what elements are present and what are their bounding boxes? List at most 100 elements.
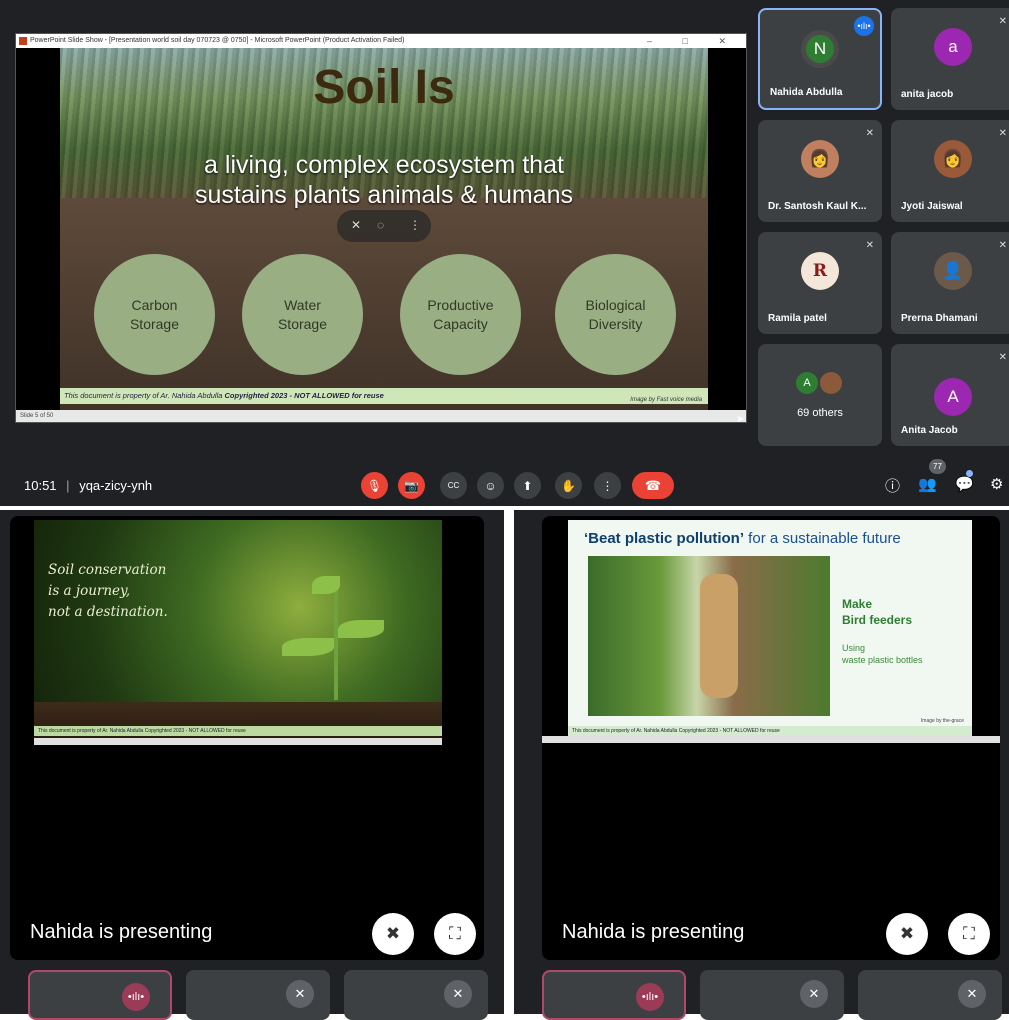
more-options-icon[interactable]: ⋮: [594, 472, 621, 499]
people-icon[interactable]: 👥: [918, 475, 937, 493]
mic-off-icon: ✕: [958, 980, 986, 1008]
participant-tile-others[interactable]: A 69 others: [758, 344, 882, 446]
image-credit: Image by the-grace: [920, 718, 964, 724]
unpin-icon[interactable]: ✖: [372, 913, 414, 955]
clock: 10:51: [24, 478, 57, 493]
captions-icon[interactable]: CC: [440, 472, 467, 499]
activities-icon[interactable]: ⚙: [990, 475, 1003, 493]
unpin-icon[interactable]: ✖: [886, 913, 928, 955]
copyright-notice: This document is property of Ar. Nahida …: [60, 388, 708, 404]
fullscreen-icon[interactable]: ⛶: [948, 913, 990, 955]
participant-name: Anita Jacob: [901, 425, 958, 436]
powerpoint-title-bar: PowerPoint Slide Show - [Presentation wo…: [16, 34, 746, 48]
participant-name: Nahida Abdulla: [770, 87, 843, 98]
window-title: PowerPoint Slide Show - [Presentation wo…: [30, 37, 405, 44]
slide-heading: Make Bird feeders: [842, 597, 913, 627]
mic-off-icon[interactable]: 🎙: [361, 472, 388, 499]
info-icon[interactable]: ⓘ: [885, 475, 900, 496]
mic-off-icon: ✕: [286, 980, 314, 1008]
separator: |: [66, 478, 70, 493]
shared-screen: PowerPoint Slide Show - [Presentation wo…: [15, 33, 747, 425]
powerpoint-status-bar: [542, 736, 1000, 743]
participant-tile-nahida[interactable]: •ılı• N Nahida Abdulla: [758, 8, 882, 110]
meeting-code: yqa-zicy-ynh: [79, 478, 153, 493]
participant-tile-speaking[interactable]: •ılı•: [28, 970, 172, 1020]
camera-off-icon[interactable]: 📷: [398, 472, 425, 499]
avatar-photo: 👩: [801, 140, 839, 178]
participant-tile-jyoti[interactable]: ✕ 👩 Jyoti Jaiswal: [891, 120, 1009, 222]
slide-soil-conservation: Soil conservation is a journey, not a de…: [34, 520, 442, 738]
window-controls: – □ ✕: [647, 36, 740, 46]
powerpoint-icon: [19, 37, 27, 45]
participant-tile-ramila[interactable]: ✕ R Ramila patel: [758, 232, 882, 334]
mic-off-icon: ✕: [444, 980, 472, 1008]
avatar: A: [796, 372, 818, 394]
fullscreen-icon[interactable]: ⛶: [434, 913, 476, 955]
raise-hand-icon[interactable]: ✋: [555, 472, 582, 499]
circle-biological-diversity: Biological Diversity: [555, 254, 676, 375]
avatar: A: [934, 378, 972, 416]
avatar: N: [801, 30, 839, 68]
participant-name: Prerna Dhamani: [901, 313, 978, 324]
participant-tile-speaking[interactable]: •ılı•: [542, 970, 686, 1020]
participant-tile-anita[interactable]: ✕ a anita jacob: [891, 8, 1009, 110]
mic-off-icon: ✕: [998, 16, 1007, 27]
circle-productive-capacity: Productive Capacity: [400, 254, 521, 375]
slide-title: ‘Beat plastic pollution’ for a sustainab…: [584, 530, 901, 547]
unpin-icon[interactable]: ✕: [351, 218, 361, 232]
avatar: R: [801, 252, 839, 290]
circle-water-storage: Water Storage: [242, 254, 363, 375]
participant-tile-santosh[interactable]: ✕ 👩 Dr. Santosh Kaul K...: [758, 120, 882, 222]
participant-tile-anita-jacob[interactable]: ✕ A Anita Jacob: [891, 344, 1009, 446]
presentation-stage: Soil conservation is a journey, not a de…: [10, 516, 484, 960]
participant-tile[interactable]: ✕: [700, 970, 844, 1020]
screen-share-controls[interactable]: ✕ ◌ ⋮: [337, 210, 431, 242]
participant-name: Jyoti Jaiswal: [901, 201, 963, 212]
meet-main-view: PowerPoint Slide Show - [Presentation wo…: [0, 0, 1009, 506]
mic-off-icon: ✕: [865, 128, 874, 139]
slide-beat-plastic-pollution: ‘Beat plastic pollution’ for a sustainab…: [568, 520, 972, 736]
presenting-label: Nahida is presenting: [562, 921, 745, 943]
circle-carbon-storage: Carbon Storage: [94, 254, 215, 375]
powerpoint-status-bar: [34, 738, 442, 745]
subtitle-line-1: a living, complex ecosystem that: [204, 151, 564, 179]
participant-name: Ramila patel: [768, 313, 827, 324]
chat-icon[interactable]: 💬: [955, 475, 974, 493]
avatar-photo: [820, 372, 842, 394]
mic-off-icon: ✕: [998, 128, 1007, 139]
end-call-icon[interactable]: ☎: [632, 472, 674, 499]
avatar-photo: 👩: [934, 140, 972, 178]
slide-quote: Soil conservation is a journey, not a de…: [48, 562, 168, 620]
people-count-badge: 77: [929, 459, 946, 474]
avatar: a: [934, 28, 972, 66]
slide-subtitle: a living, complex ecosystem that sustain…: [60, 150, 708, 210]
leaf: [312, 576, 340, 594]
meet-panel-left: Soil conservation is a journey, not a de…: [0, 510, 504, 1020]
presenting-label: Nahida is presenting: [30, 921, 213, 943]
emoji-icon[interactable]: ☺: [477, 472, 504, 499]
mic-off-icon: ✕: [998, 352, 1007, 363]
participant-tile[interactable]: ✕: [344, 970, 488, 1020]
mic-off-icon: ✕: [865, 240, 874, 251]
sprout-image: [334, 580, 338, 700]
participant-tile-prerna[interactable]: ✕ 👤 Prerna Dhamani: [891, 232, 1009, 334]
more-options-icon[interactable]: ⋮: [409, 218, 421, 232]
copyright-notice: This document is property of Ar. Nahida …: [34, 726, 442, 736]
powerpoint-status-bar: Slide 5 of 50: [16, 410, 746, 422]
mouse-cursor-icon: ➤: [736, 414, 745, 425]
speaking-indicator-icon: •ılı•: [122, 983, 150, 1011]
meeting-info: 10:51 | yqa-zicy-ynh: [24, 478, 152, 493]
subtitle-line-2: sustains plants animals & humans: [195, 181, 573, 209]
mute-icon[interactable]: ◌: [377, 218, 384, 232]
participant-tile[interactable]: ✕: [186, 970, 330, 1020]
present-icon[interactable]: ⬆: [514, 472, 541, 499]
participant-tile[interactable]: ✕: [858, 970, 1002, 1020]
leaf: [282, 638, 334, 656]
slide-soil-is: Soil Is a living, complex ecosystem that…: [60, 48, 708, 412]
mic-off-icon: ✕: [998, 240, 1007, 251]
others-count: 69 others: [797, 407, 843, 419]
image-credit: Image by Fast voice media: [630, 397, 702, 403]
bottle-feeder-image: [700, 574, 738, 698]
mic-off-icon: ✕: [800, 980, 828, 1008]
chat-notification-dot: [966, 470, 973, 477]
